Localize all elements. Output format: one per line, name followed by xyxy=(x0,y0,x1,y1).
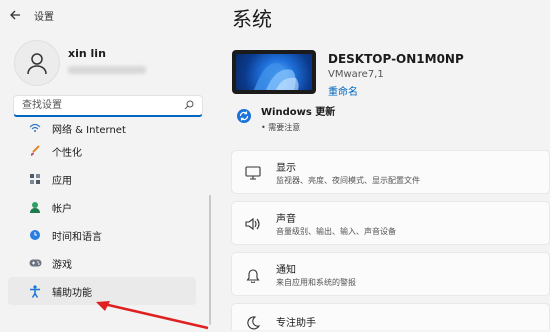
blurred-email xyxy=(68,65,146,74)
apps-icon xyxy=(28,172,42,186)
user-profile[interactable]: xin lin xyxy=(14,40,146,86)
sidebar-item-label: 时间和语言 xyxy=(52,231,102,243)
sidebar-item-label: 网络 & Internet xyxy=(52,124,126,136)
moon-icon xyxy=(244,314,262,332)
wallpaper-image xyxy=(236,54,312,90)
avatar[interactable] xyxy=(14,40,60,86)
account-icon xyxy=(28,200,42,214)
display-icon xyxy=(244,164,262,182)
card-display[interactable]: 显示 监视器、亮度、夜间模式、显示配置文件 xyxy=(231,150,550,194)
update-title: Windows 更新 xyxy=(261,107,336,118)
card-subtitle: 来自应用和系统的警报 xyxy=(276,278,356,287)
network-icon xyxy=(28,121,42,135)
card-title: 专注助手 xyxy=(276,318,316,329)
card-sound[interactable]: 声音 音量级别、输出、输入、声音设备 xyxy=(231,201,550,245)
card-title: 显示 xyxy=(276,163,296,174)
sidebar-item-label: 应用 xyxy=(52,175,72,187)
card-title: 通知 xyxy=(276,265,296,276)
sidebar-item-apps[interactable]: 应用 xyxy=(8,165,196,193)
title-bar: 设置 xyxy=(0,0,215,30)
brush-icon xyxy=(28,144,42,158)
sidebar-item-gaming[interactable]: 游戏 xyxy=(8,249,196,277)
search-input[interactable] xyxy=(20,99,174,112)
speaker-icon xyxy=(244,215,262,233)
sync-icon xyxy=(235,107,253,125)
user-name: xin lin xyxy=(68,46,106,60)
bell-icon xyxy=(244,266,262,284)
card-focus-assist[interactable]: 专注助手 xyxy=(231,303,550,330)
search-icon[interactable] xyxy=(184,100,194,113)
sidebar-item-personalization[interactable]: 个性化 xyxy=(8,137,196,165)
sidebar-item-time-language[interactable]: 时间和语言 xyxy=(8,221,196,249)
sidebar-item-label: 帐户 xyxy=(52,203,72,215)
sidebar-item-label: 游戏 xyxy=(52,259,72,271)
device-name: DESKTOP-ON1M0NP xyxy=(328,52,464,66)
card-notifications[interactable]: 通知 来自应用和系统的警报 xyxy=(231,252,550,296)
main-content: 系统 DESKTOP-ON1M0NP VMware7,1 重命名 Windows… xyxy=(215,0,550,330)
nav-list: 网络 & Internet 个性化 应用 帐户 时间和语言 游戏 辅助功能 xyxy=(0,123,208,305)
card-subtitle: 监视器、亮度、夜间模式、显示配置文件 xyxy=(276,176,420,185)
accessibility-icon xyxy=(28,284,42,298)
card-title: 声音 xyxy=(276,214,296,225)
back-arrow-icon[interactable] xyxy=(0,0,30,30)
windows-update-status[interactable]: Windows 更新 • 需要注意 xyxy=(235,103,335,133)
sidebar-item-network[interactable]: 网络 & Internet xyxy=(8,119,196,137)
sidebar: 设置 xin lin 网络 & Internet xyxy=(0,0,215,330)
device-model: VMware7,1 xyxy=(328,69,384,80)
sidebar-item-accounts[interactable]: 帐户 xyxy=(8,193,196,221)
time-language-icon xyxy=(28,228,42,242)
app-title: 设置 xyxy=(34,11,54,23)
card-subtitle: 音量级别、输出、输入、声音设备 xyxy=(276,227,396,236)
rename-link[interactable]: 重命名 xyxy=(328,83,358,98)
gamepad-icon xyxy=(28,256,42,270)
update-subtitle: • 需要注意 xyxy=(261,123,301,132)
device-thumbnail xyxy=(232,50,316,94)
search-box[interactable] xyxy=(13,95,203,117)
annotation-arrow xyxy=(96,301,209,330)
sidebar-item-label: 辅助功能 xyxy=(52,287,92,299)
sidebar-item-label: 个性化 xyxy=(52,147,82,159)
user-icon xyxy=(27,53,47,75)
page-title: 系统 xyxy=(232,7,272,31)
